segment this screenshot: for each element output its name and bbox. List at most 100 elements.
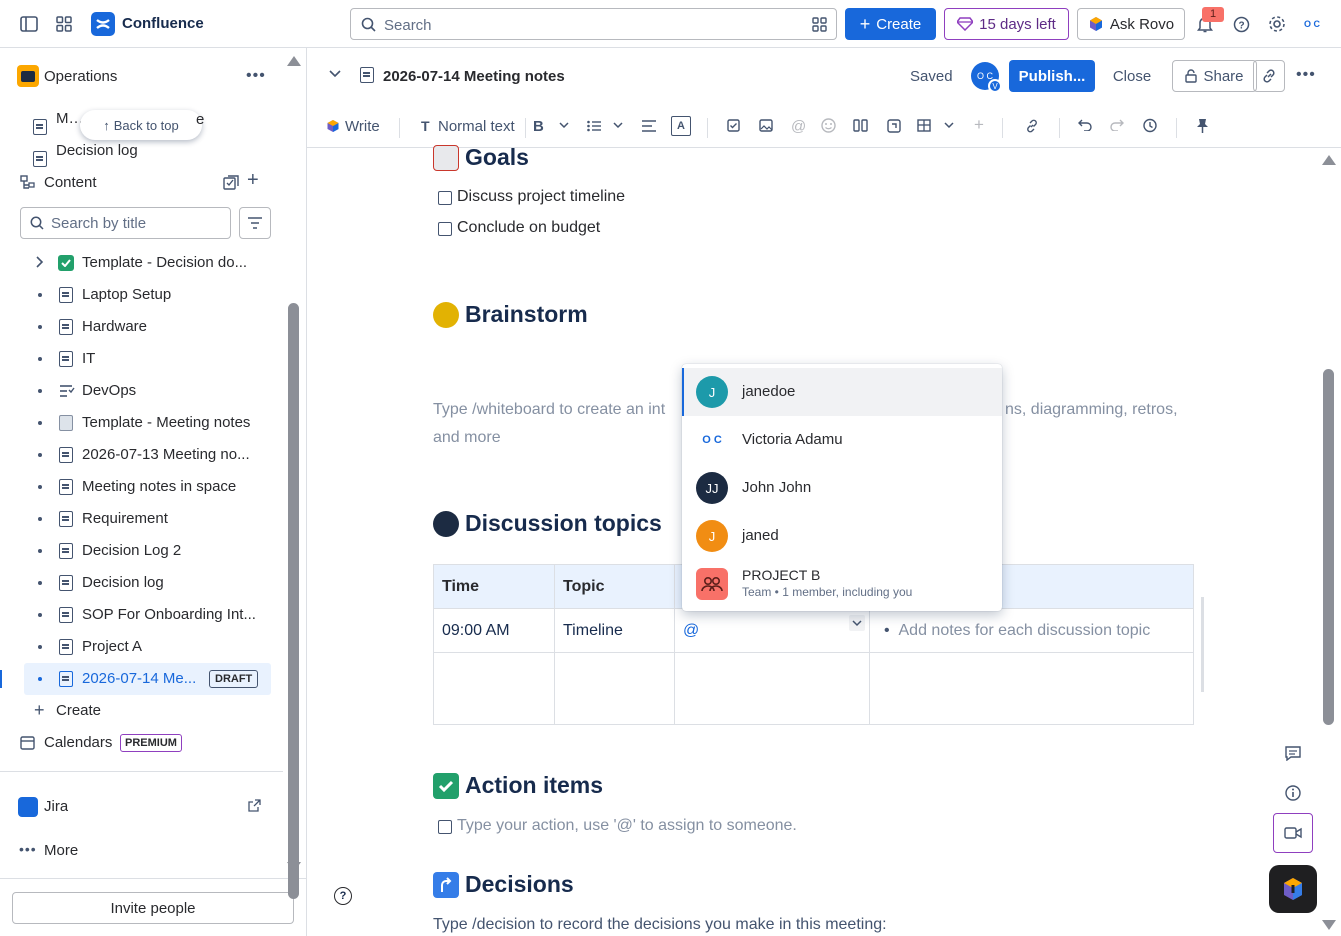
table-cell-empty[interactable]	[674, 652, 870, 725]
tree-item-decision-log-2[interactable]: Decision Log 2	[0, 535, 280, 567]
redo-icon[interactable]	[1110, 119, 1124, 131]
chevron-right-icon[interactable]	[35, 255, 44, 269]
mention-option[interactable]: J janedoe	[682, 368, 1002, 416]
tree-item-hardware[interactable]: Hardware	[0, 311, 280, 343]
table-cell-empty[interactable]	[869, 652, 1194, 725]
content-label[interactable]: Content	[44, 174, 97, 191]
filter-grid-icon[interactable]	[812, 17, 827, 32]
app-switcher-icon[interactable]	[52, 12, 76, 36]
tree-item-2026-07-13[interactable]: 2026-07-13 Meeting no...	[0, 439, 280, 471]
sidebar-toggle-icon[interactable]	[17, 12, 41, 36]
publish-button[interactable]: Publish...	[1009, 60, 1095, 92]
space-name[interactable]: Operations	[44, 68, 117, 85]
goal-checkbox[interactable]	[438, 222, 452, 236]
bulk-select-icon[interactable]	[223, 175, 239, 191]
cell-options-chevron-icon[interactable]	[849, 615, 865, 631]
table-icon[interactable]	[917, 119, 931, 132]
create-button[interactable]: + Create	[845, 8, 936, 40]
image-icon[interactable]	[759, 119, 773, 132]
chevron-down-icon[interactable]	[944, 122, 954, 129]
link-icon[interactable]	[1025, 119, 1039, 133]
tree-item-laptop-setup[interactable]: Laptop Setup	[0, 279, 280, 311]
table-cell-empty[interactable]	[554, 652, 675, 725]
text-color-icon[interactable]: A	[671, 116, 691, 136]
help-icon[interactable]: ?	[1229, 12, 1253, 36]
calendars-link[interactable]: Calendars PREMIUM	[0, 727, 280, 759]
mention-team-option[interactable]: PROJECT B Team • 1 member, including you	[682, 560, 1002, 608]
page-scrollbar[interactable]	[1323, 369, 1334, 725]
more-actions-icon[interactable]: •••	[246, 67, 266, 85]
share-button[interactable]: Share	[1172, 60, 1257, 92]
search-input[interactable]: Search	[350, 8, 837, 40]
decisions-placeholder[interactable]: Type /decision to record the decisions y…	[433, 916, 887, 934]
more-options-icon[interactable]: •••	[1296, 66, 1316, 84]
tree-item-it[interactable]: IT	[0, 343, 280, 375]
mention-option[interactable]: J janed	[682, 512, 1002, 560]
goal-checkbox[interactable]	[438, 191, 452, 205]
tree-item-sop-onboarding[interactable]: SOP For Onboarding Int...	[0, 599, 280, 631]
tree-item-project-a[interactable]: Project A	[0, 631, 280, 663]
table-cell-mention[interactable]: @	[674, 608, 870, 653]
create-page-link[interactable]: + Create	[0, 695, 280, 727]
bold-icon[interactable]: B	[533, 118, 544, 135]
whiteboard-placeholder[interactable]: Type /whiteboard to create an int	[433, 401, 665, 419]
scroll-down-arrow-icon[interactable]	[287, 862, 301, 872]
video-record-icon[interactable]	[1273, 813, 1313, 853]
scroll-up-arrow-icon[interactable]	[287, 56, 301, 66]
external-link-icon[interactable]	[248, 799, 261, 812]
mention-option[interactable]: O C Victoria Adamu	[682, 416, 1002, 464]
mention-option[interactable]: JJ John John	[682, 464, 1002, 512]
add-content-icon[interactable]: +	[247, 169, 259, 192]
table-cell-topic[interactable]: Timeline	[554, 608, 675, 653]
jira-link[interactable]: Jira	[0, 791, 280, 823]
columns-layout-icon[interactable]	[853, 119, 868, 132]
action-placeholder[interactable]: Type your action, use '@' to assign to s…	[457, 817, 797, 835]
pinned-decision-log[interactable]: Decision log	[0, 135, 280, 167]
info-icon[interactable]	[1273, 773, 1313, 813]
goal-item[interactable]: Conclude on budget	[457, 219, 600, 237]
table-cell-notes[interactable]: • Add notes for each discussion topic	[869, 608, 1194, 653]
write-mode-button[interactable]: Write	[345, 118, 380, 135]
table-header-topic[interactable]: Topic	[554, 564, 675, 609]
tree-item-template-meeting-notes[interactable]: Template - Meeting notes	[0, 407, 280, 439]
tree-item-active-draft[interactable]: 2026-07-14 Me... DRAFT	[0, 663, 271, 695]
action-checkbox[interactable]	[438, 820, 452, 834]
macro-icon[interactable]	[887, 119, 901, 133]
chevron-down-icon[interactable]	[613, 122, 623, 129]
chevron-down-icon[interactable]	[559, 122, 569, 129]
tree-item-template-decision[interactable]: Template - Decision do...	[0, 247, 280, 279]
invite-people-button[interactable]: Invite people	[12, 892, 294, 924]
confluence-logo-icon[interactable]	[91, 12, 115, 36]
mention-icon[interactable]: @	[791, 118, 806, 135]
ask-rovo-button[interactable]: Ask Rovo	[1077, 8, 1185, 40]
tree-item-meeting-notes-in-space[interactable]: Meeting notes in space	[0, 471, 280, 503]
table-cell-time[interactable]: 09:00 AM	[433, 608, 555, 653]
settings-gear-icon[interactable]	[1265, 12, 1289, 36]
comments-icon[interactable]	[1273, 733, 1313, 773]
page-scroll-down-icon[interactable]	[1322, 920, 1336, 930]
page-title[interactable]: 2026-07-14 Meeting notes	[383, 68, 565, 85]
table-header-time[interactable]: Time	[433, 564, 555, 609]
text-style-dropdown[interactable]: Normal text	[438, 118, 515, 135]
task-checkbox-icon[interactable]	[727, 119, 740, 132]
page-scroll-up-icon[interactable]	[1322, 155, 1336, 165]
search-by-title-input[interactable]: Search by title	[20, 207, 231, 239]
table-cell-empty[interactable]	[433, 652, 555, 725]
history-icon[interactable]	[1142, 118, 1157, 133]
close-button[interactable]: Close	[1103, 60, 1161, 92]
tree-item-decision-log[interactable]: Decision log	[0, 567, 280, 599]
rovo-chat-button[interactable]	[1269, 865, 1317, 913]
filter-icon[interactable]	[239, 207, 271, 239]
align-icon[interactable]	[642, 120, 656, 132]
profile-avatar[interactable]: O C	[1300, 12, 1324, 36]
goal-item[interactable]: Discuss project timeline	[457, 188, 625, 206]
collapse-chevron-icon[interactable]	[329, 70, 341, 78]
app-name[interactable]: Confluence	[122, 15, 204, 32]
tree-item-devops[interactable]: DevOps	[0, 375, 280, 407]
undo-icon[interactable]	[1078, 119, 1092, 131]
pin-toolbar-icon[interactable]	[1197, 118, 1208, 133]
bullet-list-icon[interactable]	[587, 120, 601, 132]
insert-plus-icon[interactable]: +	[974, 115, 984, 135]
help-icon[interactable]: ?	[334, 887, 352, 905]
copy-link-icon[interactable]	[1253, 60, 1285, 92]
